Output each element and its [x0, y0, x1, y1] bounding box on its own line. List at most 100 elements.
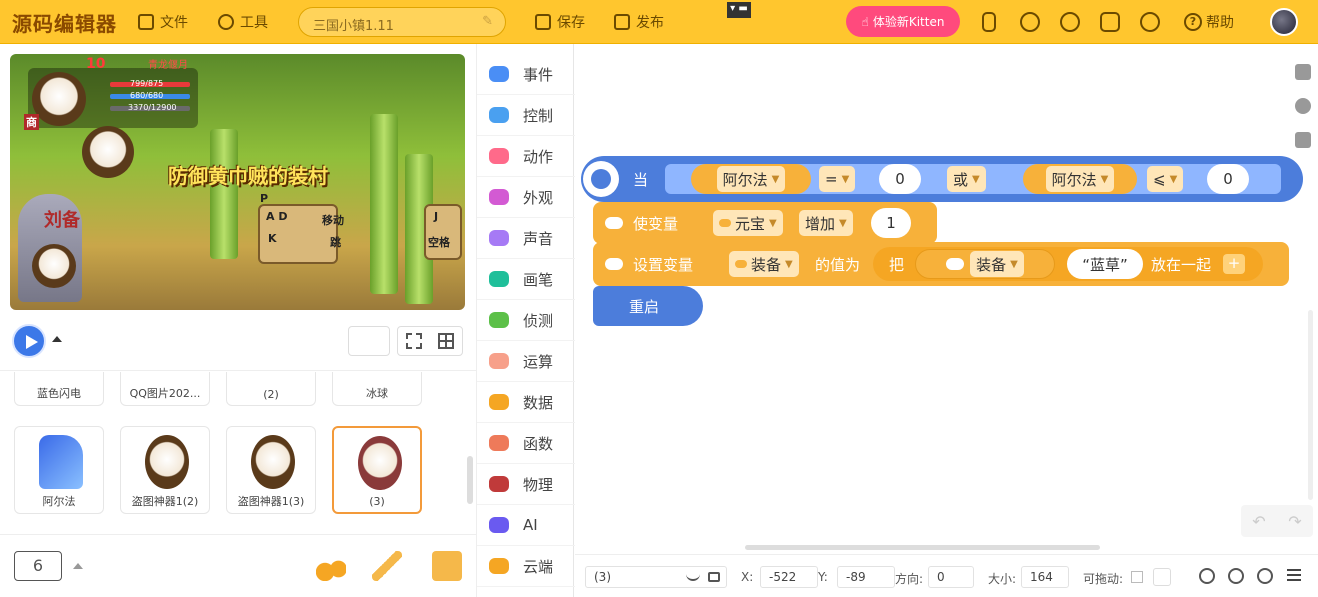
category-events[interactable]: 事件 [477, 54, 575, 95]
sprite-card[interactable]: 盗图神器1(3) [226, 426, 316, 514]
category-operators[interactable]: 运算 [477, 341, 575, 382]
microphone-icon[interactable] [1295, 98, 1311, 114]
pencil-icon[interactable] [372, 551, 402, 581]
file-menu[interactable]: 文件 [138, 12, 188, 32]
change-variable-block[interactable]: 使变量 元宝 ▼ 增加 ▼ 1 [593, 202, 937, 244]
number-input[interactable]: 0 [879, 164, 921, 194]
lock-icon[interactable] [708, 572, 720, 582]
gear-icon[interactable] [1140, 12, 1160, 32]
operator-dropdown[interactable]: = ▼ [819, 166, 856, 192]
category-control[interactable]: 控制 [477, 95, 575, 136]
variable-dropdown[interactable]: 阿尔法 ▼ [716, 166, 786, 192]
project-name-field[interactable]: 三国小镇1.11 ✎ [298, 7, 506, 37]
gift-icon[interactable] [1100, 12, 1120, 32]
robot-icon[interactable] [1020, 12, 1040, 32]
caret-up-icon[interactable] [73, 563, 83, 569]
variable-reporter[interactable]: 阿尔法 ▼ [1023, 164, 1137, 194]
publish-button[interactable]: 发布 [614, 12, 664, 32]
try-kitten-button[interactable]: ☝ 体验新Kitten [846, 6, 960, 37]
variable-reporter[interactable]: 阿尔法 ▼ [691, 164, 811, 194]
or-dropdown[interactable]: 或 ▼ [947, 166, 986, 192]
zoom-reset-icon[interactable] [1228, 568, 1244, 584]
redo-icon[interactable]: ↷ [1288, 512, 1301, 531]
horizontal-scrollbar[interactable] [745, 545, 1100, 550]
sprite-card-selected[interactable]: (3) [332, 426, 422, 514]
caret-up-icon[interactable] [1153, 568, 1171, 586]
category-cloud[interactable]: 云端 [477, 546, 575, 587]
microphone-icon [489, 230, 509, 246]
category-sensing[interactable]: 侦测 [477, 300, 575, 341]
variable-reporter[interactable]: 装备 ▼ [915, 249, 1055, 279]
sprite-card[interactable]: (2) [226, 372, 316, 406]
save-button[interactable]: 保存 [535, 12, 585, 32]
cloud-icon [605, 258, 623, 270]
code-workspace[interactable]: 当 阿尔法 ▼ = ▼ 0 或 ▼ 阿尔法 ▼ ⩽ ▼ 0 使变量 元宝 ▼ 增加 ▼ 1 设… [575, 44, 1318, 554]
text-input[interactable]: “蓝草” [1067, 249, 1143, 279]
sprite-card[interactable]: 冰球 [332, 372, 422, 406]
y-input[interactable]: -89 [837, 566, 895, 588]
phone-icon[interactable] [982, 12, 996, 32]
variable-dropdown[interactable]: 阿尔法 ▼ [1045, 166, 1115, 192]
sprite-name-field[interactable]: (3) [585, 566, 727, 588]
vertical-scrollbar[interactable] [1308, 310, 1313, 500]
category-motion[interactable]: 动作 [477, 136, 575, 177]
stage-canvas[interactable]: 刘备 10 青龙偃月 799/875 680/680 3370/12900 商 … [10, 54, 465, 310]
zoom-out-icon[interactable] [1199, 568, 1215, 584]
category-label: 运算 [523, 352, 554, 371]
zoom-in-icon[interactable] [1257, 568, 1273, 584]
tools-menu[interactable]: 工具 [218, 12, 268, 32]
add-input-button[interactable]: + [1223, 254, 1245, 274]
sprite-card[interactable]: 阿尔法 [14, 426, 104, 514]
sprite-card[interactable]: 蓝色闪电 [14, 372, 104, 406]
screen-size-button[interactable] [348, 326, 390, 356]
key-move-label: 移动 [322, 214, 344, 227]
draggable-checkbox[interactable] [1131, 571, 1143, 583]
number-input[interactable]: 1 [871, 208, 911, 238]
menu-icon[interactable] [1287, 569, 1301, 581]
category-data[interactable]: 数据 [477, 382, 575, 423]
circles-icon[interactable] [1060, 12, 1080, 32]
category-ai[interactable]: AI [477, 505, 575, 546]
operator-dropdown[interactable]: ⩽ ▼ [1147, 166, 1184, 192]
category-pen[interactable]: 画笔 [477, 259, 575, 300]
help-button[interactable]: ? 帮助 [1184, 12, 1234, 32]
sprite-card[interactable]: QQ图片202... [120, 372, 210, 406]
direction-label: 方向: [895, 572, 924, 586]
set-variable-block[interactable]: 设置变量 装备 ▼ 的值为 把 装备 ▼ “蓝草” 放在一起 + [593, 242, 1289, 286]
app-logo[interactable]: 源码编辑器 [12, 8, 117, 37]
variable-dropdown[interactable]: 装备 ▼ [970, 251, 1024, 277]
x-input[interactable]: -522 [760, 566, 818, 588]
restart-block[interactable]: 重启 [593, 286, 703, 326]
collapse-toolbar-button[interactable]: ▾ ▬ [727, 2, 751, 18]
category-sound[interactable]: 声音 [477, 218, 575, 259]
variable-dropdown[interactable]: 元宝 ▼ [713, 210, 783, 236]
category-looks[interactable]: 外观 [477, 177, 575, 218]
size-input[interactable]: 164 [1021, 566, 1069, 588]
category-label: 动作 [523, 147, 554, 166]
shirt-icon[interactable] [1295, 64, 1311, 80]
grid-icon[interactable] [438, 333, 454, 349]
category-physics[interactable]: 物理 [477, 464, 575, 505]
chart-icon[interactable] [1295, 132, 1311, 148]
sprite-card[interactable]: 盗图神器1(2) [120, 426, 210, 514]
category-functions[interactable]: 函数 [477, 423, 575, 464]
variable-dropdown[interactable]: 装备 ▼ [729, 251, 799, 277]
play-button[interactable] [12, 324, 46, 358]
divider [0, 370, 476, 371]
caret-up-icon[interactable] [52, 336, 62, 342]
change-op-dropdown[interactable]: 增加 ▼ [799, 210, 853, 236]
eye-icon[interactable] [686, 573, 700, 581]
fullscreen-icon[interactable] [406, 333, 422, 349]
music-icon[interactable] [316, 551, 346, 581]
page-number-box[interactable]: 6 [14, 551, 62, 581]
folder-add-icon[interactable] [432, 551, 462, 581]
when-condition-block[interactable]: 当 阿尔法 ▼ = ▼ 0 或 ▼ 阿尔法 ▼ ⩽ ▼ 0 [581, 156, 1303, 202]
cloud-icon [605, 217, 623, 229]
category-label: 物理 [523, 475, 554, 494]
undo-icon[interactable]: ↶ [1252, 512, 1265, 531]
number-input[interactable]: 0 [1207, 164, 1249, 194]
direction-input[interactable]: 0 [928, 566, 974, 588]
user-avatar[interactable] [1270, 8, 1298, 36]
folder-icon [138, 14, 154, 30]
sprite-list-scrollbar[interactable] [467, 456, 473, 504]
